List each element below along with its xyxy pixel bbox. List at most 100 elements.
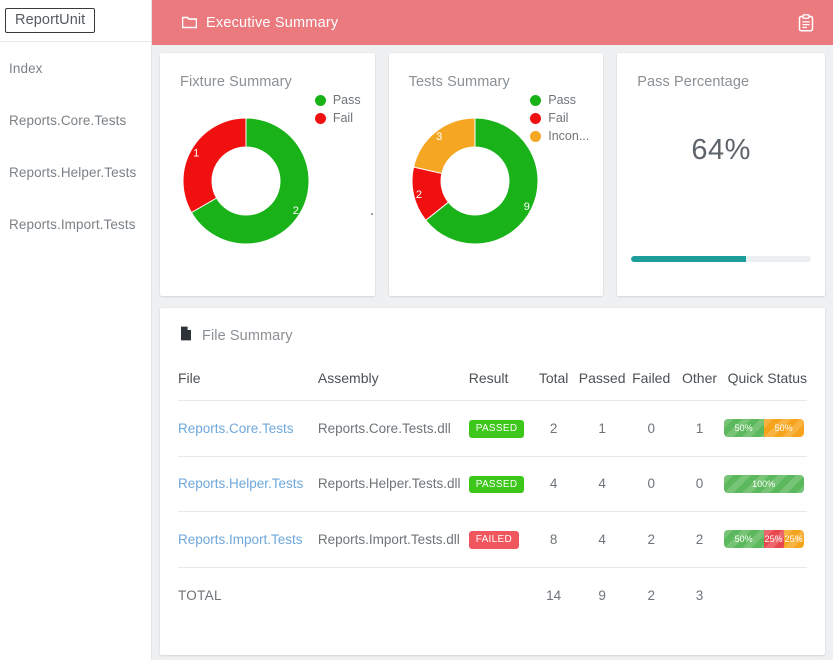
table-body: Reports.Core.Tests Reports.Core.Tests.dll…	[178, 400, 807, 621]
sidebar-item-label: Reports.Import.Tests	[9, 216, 136, 232]
sidebar-item-reports-import-tests[interactable]: Reports.Import.Tests	[0, 198, 151, 250]
table-total-row: TOTAL 14 9 2 3	[178, 567, 807, 621]
cell-assembly: Reports.Import.Tests.dll	[317, 511, 469, 568]
card-title-pass-percentage: Pass Percentage	[637, 74, 750, 90]
main-content: Executive Summary Fixture Summary Pass F…	[152, 0, 833, 660]
column-header-file[interactable]: File	[178, 370, 318, 401]
quick-status-bar: 50% 25% 25%	[723, 530, 804, 549]
cell-other: 2	[675, 511, 724, 568]
report-page: ReportUnit Index Reports.Core.Tests Report…	[0, 0, 833, 660]
donut-slice-label: 3	[436, 131, 442, 143]
cell-assembly: Reports.Helper.Tests.dll	[317, 456, 469, 512]
cell-file: Reports.Helper.Tests	[178, 456, 318, 512]
pass-percentage-progress-fill	[631, 256, 747, 262]
cell-result: FAILED	[468, 511, 530, 568]
card-file-summary: File Summary File Assembly Result Total …	[160, 308, 825, 655]
card-pass-percentage: Pass Percentage 64%	[617, 53, 826, 296]
legend-dot-pass-icon	[530, 94, 542, 106]
legend-label: Fail	[332, 111, 353, 125]
quick-status-segment-green: 50%	[723, 530, 764, 549]
top-bar: Executive Summary	[152, 0, 833, 45]
status-badge: FAILED	[468, 531, 519, 549]
table-header-row: File Assembly Result Total Passed Failed…	[178, 370, 807, 401]
sidebar-item-index[interactable]: Index	[0, 42, 151, 94]
quick-status-bar: 100%	[723, 474, 804, 493]
quick-status-segment-orange: 50%	[763, 419, 804, 438]
sidebar-item-reports-core-tests[interactable]: Reports.Core.Tests	[0, 94, 151, 146]
cell-result: PASSED	[468, 456, 530, 512]
card-fixture-summary: Fixture Summary Pass Fail 2 1	[160, 53, 375, 296]
brand-logo[interactable]: ReportUnit	[5, 8, 96, 33]
donut-slice-label: 1	[193, 147, 199, 159]
sidebar-item-label: Index	[9, 60, 43, 76]
total-label: TOTAL	[178, 587, 222, 603]
donut-slice-fail	[182, 117, 247, 214]
table-row: Reports.Helper.Tests Reports.Helper.Tests…	[178, 456, 807, 512]
file-summary-header: File Summary	[178, 326, 807, 346]
cell-failed: 0	[626, 400, 676, 457]
legend-label: Incon...	[548, 129, 590, 143]
table-header: File Assembly Result Total Passed Failed…	[178, 370, 807, 401]
summary-cards-row: Fixture Summary Pass Fail 21 Tests Summa…	[152, 45, 833, 296]
legend-item: Pass	[314, 93, 361, 107]
quick-status-segment-green: 100%	[723, 474, 804, 493]
legend-fixture: Pass Fail	[314, 93, 361, 125]
column-header-assembly[interactable]: Assembly	[318, 370, 469, 401]
cell-file: Reports.Import.Tests	[178, 511, 318, 568]
sidebar-item-reports-helper-tests[interactable]: Reports.Helper.Tests	[0, 146, 151, 198]
cell-result: PASSED	[468, 400, 530, 457]
cell-quick-status: 100%	[723, 456, 807, 512]
cell-quick-status: 50% 50%	[723, 400, 807, 457]
donut-slice-inconclusive	[412, 117, 476, 175]
quick-status-bar: 50% 50%	[723, 419, 804, 438]
cell-file: Reports.Core.Tests	[178, 400, 318, 457]
column-header-result[interactable]: Result	[469, 370, 530, 401]
card-title-tests: Tests Summary	[408, 74, 510, 90]
total-quick-status-empty	[724, 567, 807, 621]
total-other: 3	[695, 587, 704, 603]
cell-assembly: Reports.Core.Tests.dll	[317, 400, 469, 457]
total-passed: 9	[598, 587, 606, 603]
donut-slice-label: 2	[416, 189, 422, 201]
cell-passed: 4	[577, 511, 627, 568]
sidebar: ReportUnit Index Reports.Core.Tests Report…	[0, 0, 152, 660]
donut-chart-tests: 9 2 3	[409, 115, 541, 247]
status-badge: PASSED	[468, 475, 525, 493]
card-title-fixture: Fixture Summary	[180, 74, 292, 90]
column-header-quick-status[interactable]: Quick Status	[724, 370, 807, 401]
sidebar-nav: Index Reports.Core.Tests Reports.Helper.Te…	[0, 42, 151, 250]
legend-item: Pass	[530, 93, 589, 107]
file-link[interactable]: Reports.Helper.Tests	[178, 476, 303, 491]
legend-item: Fail	[314, 111, 361, 125]
donut-slice-label: 2	[293, 205, 299, 217]
cell-other: 0	[675, 456, 724, 512]
file-summary-title: File Summary	[202, 328, 293, 344]
cell-failed: 2	[626, 511, 676, 568]
column-header-total[interactable]: Total	[530, 370, 577, 401]
column-header-failed[interactable]: Failed	[627, 370, 676, 401]
column-header-other[interactable]: Other	[675, 370, 723, 401]
cell-total: 4	[529, 456, 578, 512]
file-link[interactable]: Reports.Import.Tests	[178, 532, 303, 547]
donut-slice-label: 9	[523, 201, 529, 213]
pass-percentage-value: 64%	[691, 134, 751, 166]
legend-dot-fail-icon	[314, 112, 326, 124]
legend-dot-pass-icon	[314, 94, 326, 106]
column-header-passed[interactable]: Passed	[577, 370, 627, 401]
card-tests-summary: Tests Summary Pass Fail Incon... 9 2 3	[388, 53, 604, 296]
quick-status-segment-green: 50%	[723, 419, 764, 438]
pass-percentage-progress-track	[631, 256, 812, 262]
legend-label: Fail	[548, 111, 569, 125]
folder-icon	[182, 16, 197, 29]
cell-failed: 0	[626, 456, 676, 512]
clipboard-icon[interactable]	[793, 10, 819, 36]
total-failed: 2	[647, 587, 655, 603]
quick-status-segment-red: 25%	[763, 530, 784, 549]
cell-passed: 4	[577, 456, 627, 512]
file-link[interactable]: Reports.Core.Tests	[178, 421, 294, 436]
cell-passed: 1	[577, 400, 627, 457]
total-assembly-empty	[318, 567, 469, 621]
status-badge: PASSED	[468, 420, 525, 438]
file-summary-table: File Assembly Result Total Passed Failed…	[178, 370, 807, 621]
decorative-dot	[371, 213, 373, 215]
